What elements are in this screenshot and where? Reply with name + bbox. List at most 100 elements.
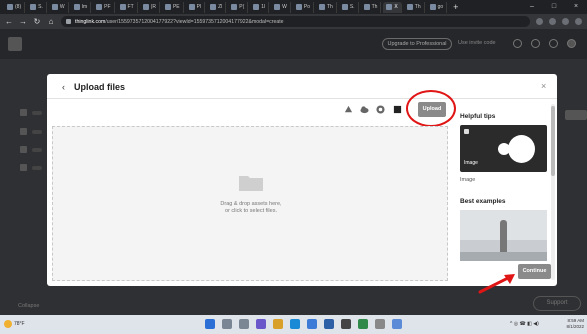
- create-button[interactable]: [565, 110, 587, 120]
- tab-label: W: [59, 4, 65, 10]
- settings-icon[interactable]: [531, 39, 540, 48]
- word-icon[interactable]: [324, 319, 334, 329]
- continue-button[interactable]: Continue: [518, 264, 551, 279]
- browser-tab[interactable]: S.: [27, 1, 47, 13]
- browser-tab[interactable]: PE: [162, 1, 184, 13]
- search-icon[interactable]: [222, 319, 232, 329]
- tab-favicon-icon: [363, 4, 370, 10]
- extensions-puzzle-icon[interactable]: [562, 18, 569, 25]
- url-path: /user/1559735712004177922?viewId=1559735…: [105, 18, 284, 25]
- support-button[interactable]: Support: [533, 296, 581, 311]
- side-panel-scrollbar[interactable]: [551, 104, 555, 280]
- tab-label: P(: [239, 4, 245, 10]
- google-drive-icon[interactable]: [344, 105, 353, 114]
- home-icon[interactable]: ⌂: [47, 17, 55, 26]
- sidebar-item[interactable]: [20, 109, 42, 117]
- example-image-thumbnail[interactable]: [460, 210, 547, 261]
- tab-label: S.: [349, 4, 355, 10]
- browser-tab[interactable]: 1l: [250, 1, 270, 13]
- profile-avatar[interactable]: [575, 18, 582, 25]
- app-icon[interactable]: [375, 319, 385, 329]
- browser-tab[interactable]: W: [49, 1, 69, 13]
- browser-tab[interactable]: Th: [316, 1, 337, 13]
- sidebar-item[interactable]: [20, 164, 42, 172]
- collapse-link[interactable]: Collapse: [18, 303, 39, 309]
- tab-label: W: [282, 4, 287, 10]
- clock-date: 8/1/2022: [566, 324, 584, 329]
- circle-source-icon[interactable]: [376, 105, 385, 114]
- tab-favicon-icon: [295, 4, 302, 10]
- browser-tab[interactable]: (8): [4, 1, 26, 13]
- browser-tab[interactable]: Th: [361, 1, 382, 13]
- statue-of-liberty-image: [500, 220, 507, 254]
- tab-favicon-icon: [7, 4, 13, 10]
- close-window-icon[interactable]: ×: [565, 0, 587, 14]
- browser-tab[interactable]: S.: [339, 1, 359, 13]
- start-icon[interactable]: [205, 319, 215, 329]
- reload-icon[interactable]: ↻: [33, 17, 41, 26]
- browser-tab[interactable]: Th: [404, 1, 425, 13]
- app-icon[interactable]: [392, 319, 402, 329]
- clock[interactable]: 8:59 AM 8/1/2022: [560, 318, 584, 330]
- folder-icon: [239, 176, 263, 191]
- minimize-icon[interactable]: –: [521, 0, 543, 14]
- tab-label: Th: [327, 4, 333, 10]
- invite-code-link[interactable]: Use invite code: [458, 40, 496, 46]
- close-icon[interactable]: ×: [541, 81, 546, 91]
- upgrade-button[interactable]: Upgrade to Professional: [382, 38, 452, 50]
- edge-icon[interactable]: [290, 319, 300, 329]
- tip-video-card[interactable]: Image: [460, 125, 547, 172]
- address-bar: ← → ↻ ⌂ thinglink.com /user/155973571200…: [0, 14, 587, 29]
- tab-favicon-icon: [274, 4, 281, 10]
- modal-title: Upload files: [74, 82, 126, 92]
- app-logo[interactable]: [8, 37, 22, 51]
- tab-label: go: [437, 4, 444, 10]
- tab-label: Po: [303, 4, 310, 10]
- task-view-icon[interactable]: [239, 319, 249, 329]
- weather-icon[interactable]: [4, 320, 12, 328]
- browser-tab[interactable]: go: [427, 1, 448, 13]
- dropzone-instruction: Drag & drop assets here,: [220, 201, 282, 207]
- user-avatar[interactable]: [567, 39, 576, 48]
- browser-tab[interactable]: Po: [293, 1, 314, 13]
- browser-tab[interactable]: FT: [117, 1, 138, 13]
- notifications-icon[interactable]: [549, 39, 558, 48]
- star-icon[interactable]: [549, 18, 556, 25]
- browser-tab[interactable]: Pl: [186, 1, 206, 13]
- system-tray-icons[interactable]: ^ ◎ ☎ ◧ ◀): [510, 321, 539, 327]
- tab-favicon-icon: [386, 4, 393, 10]
- browser-tab[interactable]: Zl: [207, 1, 227, 13]
- store-icon[interactable]: [307, 319, 317, 329]
- chrome-icon[interactable]: [358, 319, 368, 329]
- tab-favicon-icon: [429, 4, 436, 10]
- browser-tab[interactable]: Im: [71, 1, 92, 13]
- cloud-icon[interactable]: [360, 105, 369, 114]
- tab-favicon-icon: [30, 4, 37, 10]
- play-icon[interactable]: [498, 143, 510, 155]
- browser-tab[interactable]: PF: [93, 1, 115, 13]
- url-input[interactable]: thinglink.com /user/1559735712004177922?…: [61, 16, 530, 27]
- help-icon[interactable]: [513, 39, 522, 48]
- browser-tab[interactable]: X: [383, 1, 402, 13]
- chat-icon[interactable]: [256, 319, 266, 329]
- back-arrow-icon[interactable]: ←: [5, 17, 13, 26]
- browser-tab[interactable]: P(: [228, 1, 249, 13]
- sidebar-item[interactable]: [20, 146, 42, 154]
- forward-arrow-icon[interactable]: →: [19, 17, 27, 26]
- app-icon[interactable]: [341, 319, 351, 329]
- tab-favicon-icon: [341, 4, 348, 10]
- file-explorer-icon[interactable]: [273, 319, 283, 329]
- cube-icon[interactable]: [393, 105, 402, 114]
- extension-icon[interactable]: [536, 18, 543, 25]
- tip-card-label: Image: [464, 160, 478, 166]
- browser-tab[interactable]: (R: [140, 1, 160, 13]
- sidebar-item[interactable]: [20, 128, 42, 136]
- scrollbar-thumb[interactable]: [551, 106, 555, 176]
- new-tab-button[interactable]: +: [453, 2, 458, 12]
- maximize-icon[interactable]: □: [543, 0, 565, 14]
- browser-tab[interactable]: W: [271, 1, 291, 13]
- dropzone[interactable]: Drag & drop assets here, or click to sel…: [52, 126, 448, 281]
- back-chevron-icon[interactable]: ‹: [62, 82, 65, 92]
- tab-favicon-icon: [406, 4, 413, 10]
- annotation-arrow-icon: [478, 274, 515, 294]
